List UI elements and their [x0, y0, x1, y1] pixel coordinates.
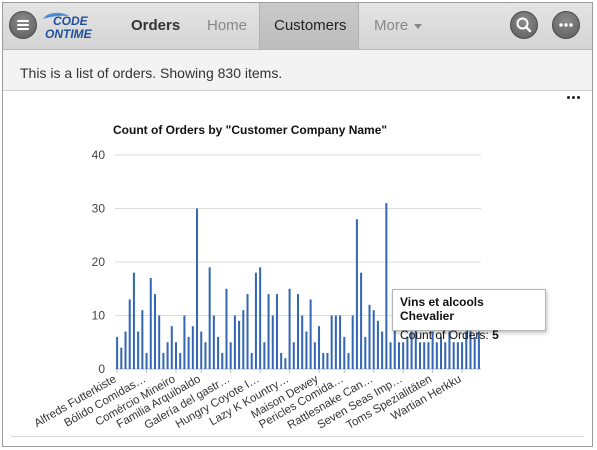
bar[interactable]: Morgenstern Gesundkost: 3: [326, 352, 329, 369]
bar[interactable]: Maison Dewey: 8: [318, 326, 321, 369]
bar[interactable]: Suprêmes délices: 5: [418, 342, 422, 369]
bar[interactable]: La corne d'abondance: 14: [275, 294, 278, 369]
tooltip-label: Count of Orders:: [400, 328, 489, 342]
bar[interactable]: Du monde entier: 6: [187, 336, 190, 369]
bar[interactable]: HILARION-Abastos: 18: [254, 272, 257, 369]
bar[interactable]: Pericles Comidas clásicas: 6: [343, 336, 346, 369]
bar[interactable]: Queen Cozinha: 18: [360, 272, 363, 369]
bar[interactable]: Wartian Herkku: 5: [461, 342, 464, 369]
bar[interactable]: Reggiani Caseifici: 9: [376, 320, 379, 369]
bar[interactable]: Ana Trujillo Emparedados y helados: 4: [120, 347, 123, 369]
bar[interactable]: Antonio Moreno Taquería: 7: [124, 331, 127, 369]
bar[interactable]: Richter Supermarkt: 31: [385, 203, 388, 369]
bar[interactable]: Trail's Head Gourmet Provisioners: 5: [444, 342, 447, 369]
bar[interactable]: Bon app': 17: [149, 278, 152, 369]
bar[interactable]: Berglunds snabbköp: 18: [132, 272, 135, 369]
bar[interactable]: Magazzini Alimentari Riuniti: 5: [313, 342, 316, 369]
bar[interactable]: Consolidated Holdings: 3: [179, 352, 182, 369]
bar[interactable]: Ricardo Adocicados: 7: [381, 331, 384, 369]
bar[interactable]: Chop-suey Chinese: 8: [170, 326, 173, 369]
bar[interactable]: LILA-Supermercado: 10: [301, 315, 304, 370]
bar[interactable]: Island Trading: 14: [267, 294, 270, 369]
tooltip-body: Count of Orders: 5: [400, 328, 538, 342]
bar[interactable]: Piccolo und mehr: 3: [347, 352, 350, 369]
bar[interactable]: B's Beverages: 10: [158, 315, 161, 370]
bar[interactable]: LINO-Delicateses: 7: [305, 331, 308, 369]
bar[interactable]: Rattlesnake Canyon Grocery: 11: [372, 310, 375, 369]
bar[interactable]: Hanari Carnes: 3: [250, 352, 253, 369]
bar[interactable]: Folk och fä HB: 19: [208, 267, 211, 369]
bar[interactable]: Tortuga Restaurante: 5: [435, 342, 438, 369]
y-tick-label: 0: [98, 362, 105, 376]
bar[interactable]: Lonesome Pine Restaurant: 13: [309, 299, 312, 369]
bar[interactable]: Save-a-lot Markets: 5: [397, 342, 400, 369]
bar[interactable]: Océano Atlántico Ltda.: 10: [330, 315, 333, 370]
divider: [11, 436, 584, 437]
bar[interactable]: Hungry Coyote Import Store: 19: [259, 267, 262, 369]
bar[interactable]: Furia Bacalhau e Frutos do Mar: 15: [225, 288, 228, 369]
bar[interactable]: Ottilies Käseladen: 10: [339, 315, 342, 370]
bar[interactable]: Laughing Bacchus Wine Cellars: 2: [284, 358, 287, 369]
bar[interactable]: Around the Horn: 13: [128, 299, 131, 369]
bar[interactable]: QUICK-Stop: 6: [364, 336, 367, 369]
bar[interactable]: Frankenversand: 10: [212, 315, 215, 370]
bar[interactable]: Lazy K Kountry Store: 15: [288, 288, 291, 369]
bar[interactable]: Franchi S.p.A.: 3: [221, 352, 224, 369]
bar[interactable]: Victuailles en stock: 5: [452, 342, 455, 369]
app-window: CODE ONTIME Orders Home Customers More T…: [2, 2, 593, 447]
bar[interactable]: France restauration: 6: [217, 336, 220, 369]
chart-title: Count of Orders by "Customer Company Nam…: [113, 123, 387, 137]
bar[interactable]: Eastern Connection: 8: [191, 326, 194, 369]
bar[interactable]: Gourmet Lanchonetes: 9: [238, 320, 241, 369]
bar[interactable]: Old World Delicatessen: 10: [334, 315, 337, 370]
bar[interactable]: The Cracker Box: 5: [427, 342, 430, 369]
y-tick-label: 30: [92, 202, 106, 216]
bar[interactable]: La maison d'Asie: 3: [280, 352, 283, 369]
bar[interactable]: Que Delícia: 28: [355, 219, 358, 369]
bar[interactable]: Bólido Comidas preparadas: 3: [145, 352, 148, 369]
y-tick-label: 10: [92, 309, 106, 323]
bar[interactable]: Drachenblut Delikatessen: 10: [183, 315, 186, 370]
bar[interactable]: Centro comercial Moctezuma: 5: [166, 342, 169, 369]
bar[interactable]: Rancho grande: 12: [368, 304, 371, 369]
bar[interactable]: Blauer See Delikatessen: 7: [137, 331, 140, 369]
tooltip-title: Vins et alcools Chevalier: [400, 295, 484, 323]
bar[interactable]: Godos Cocina Típica: 10: [233, 315, 236, 370]
bar[interactable]: Bottom-Dollar Markets: 14: [153, 294, 156, 369]
bar[interactable]: Blondesddsl père et fils: 11: [141, 310, 144, 369]
bar[interactable]: The Big Cheese: 5: [423, 342, 426, 369]
bar[interactable]: GROSELLA-Restaurante: 14: [246, 294, 249, 369]
bar[interactable]: Let's Stop N Shop: 14: [296, 294, 300, 369]
tooltip-value: 5: [492, 328, 499, 342]
bar[interactable]: Lehmanns Marktstand: 5: [292, 342, 295, 369]
bar[interactable]: Princesa Isabel Vinhos: 10: [351, 315, 354, 370]
bar[interactable]: Familia Arquibaldo: 7: [200, 331, 203, 369]
bar[interactable]: Vins et alcools Chevalier: 5: [456, 342, 459, 369]
bar[interactable]: Romero y tomillo: 5: [389, 342, 392, 369]
bar[interactable]: Ernst Handel: 30: [196, 208, 199, 370]
orders-bar-chart: Count of Orders by "Customer Company Nam…: [32, 123, 481, 432]
bar[interactable]: Alfreds Futterkiste: 6: [116, 336, 119, 369]
bar[interactable]: Cactus Comidas para llevar: 3: [162, 352, 165, 369]
y-tick-label: 20: [92, 255, 106, 269]
bar[interactable]: Comércio Mineiro: 5: [174, 342, 178, 369]
bar[interactable]: Folies gourmandes: 5: [204, 342, 207, 369]
bar[interactable]: Great Lakes Food Market: 11: [242, 310, 245, 369]
bar[interactable]: Hungry Owl All-Night Grocers: 5: [263, 342, 266, 369]
bar[interactable]: Seven Seas Imports: 5: [402, 342, 405, 369]
bar[interactable]: Königlich Essen: 10: [271, 315, 274, 370]
bar[interactable]: Mère Paillarde: 3: [322, 352, 325, 369]
bar[interactable]: Galería del gastrónomo: 5: [229, 342, 232, 369]
y-tick-label: 40: [92, 148, 106, 162]
chart-tooltip: Vins et alcools Chevalier Count of Order…: [392, 289, 546, 342]
